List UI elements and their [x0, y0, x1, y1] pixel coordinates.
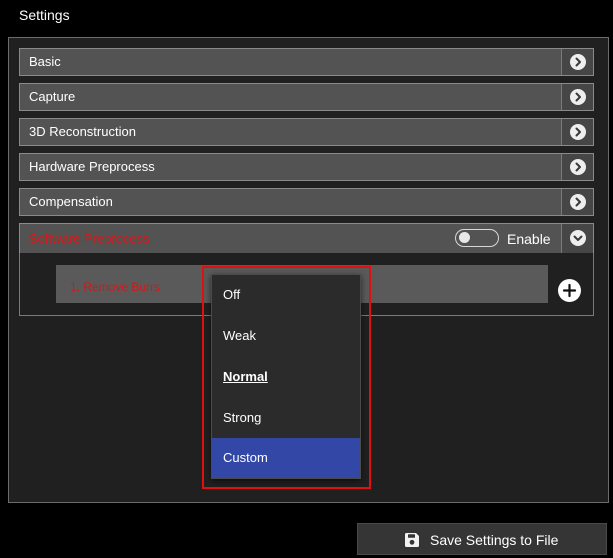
save-button-label: Save Settings to File [430, 532, 559, 548]
section-3d-reconstruction[interactable]: 3D Reconstruction [19, 118, 594, 146]
chevron-right-icon [570, 54, 586, 70]
collapse-button[interactable] [561, 224, 593, 253]
section-label: Software Preprocess [29, 231, 150, 246]
expand-button[interactable] [561, 154, 593, 180]
chevron-right-icon [570, 194, 586, 210]
add-step-button[interactable] [558, 279, 581, 302]
toggle-knob [459, 232, 470, 243]
dropdown-option-normal[interactable]: Normal [212, 357, 360, 397]
chevron-right-icon [570, 159, 586, 175]
section-compensation[interactable]: Compensation [19, 188, 594, 216]
section-label: Compensation [29, 194, 113, 209]
expand-button[interactable] [561, 119, 593, 145]
chevron-down-icon [570, 230, 586, 246]
section-label: Basic [29, 54, 61, 69]
enable-toggle-label: Enable [507, 231, 551, 247]
strength-dropdown-menu[interactable]: Off Weak Normal Strong Custom [211, 274, 361, 479]
floppy-disk-icon [405, 533, 419, 547]
window-title: Settings [19, 7, 70, 23]
section-hardware-preprocess[interactable]: Hardware Preprocess [19, 153, 594, 181]
step-label: 1. Remove Burrs [70, 280, 161, 294]
dropdown-option-weak[interactable]: Weak [212, 316, 360, 356]
dropdown-option-strong[interactable]: Strong [212, 398, 360, 438]
plus-circle-icon [562, 283, 577, 298]
dropdown-option-custom[interactable]: Custom [212, 438, 360, 478]
section-label: Capture [29, 89, 76, 104]
section-software-preprocess[interactable]: Software Preprocess Enable [19, 223, 594, 254]
section-label: 3D Reconstruction [29, 124, 136, 139]
chevron-right-icon [570, 89, 586, 105]
chevron-right-icon [570, 124, 586, 140]
section-label: Hardware Preprocess [29, 159, 155, 174]
expand-button[interactable] [561, 189, 593, 215]
expand-button[interactable] [561, 84, 593, 110]
section-basic[interactable]: Basic [19, 48, 594, 76]
section-capture[interactable]: Capture [19, 83, 594, 111]
save-settings-button[interactable]: Save Settings to File [357, 523, 607, 555]
dropdown-option-off[interactable]: Off [212, 275, 360, 315]
expand-button[interactable] [561, 49, 593, 75]
enable-toggle[interactable] [455, 229, 499, 247]
